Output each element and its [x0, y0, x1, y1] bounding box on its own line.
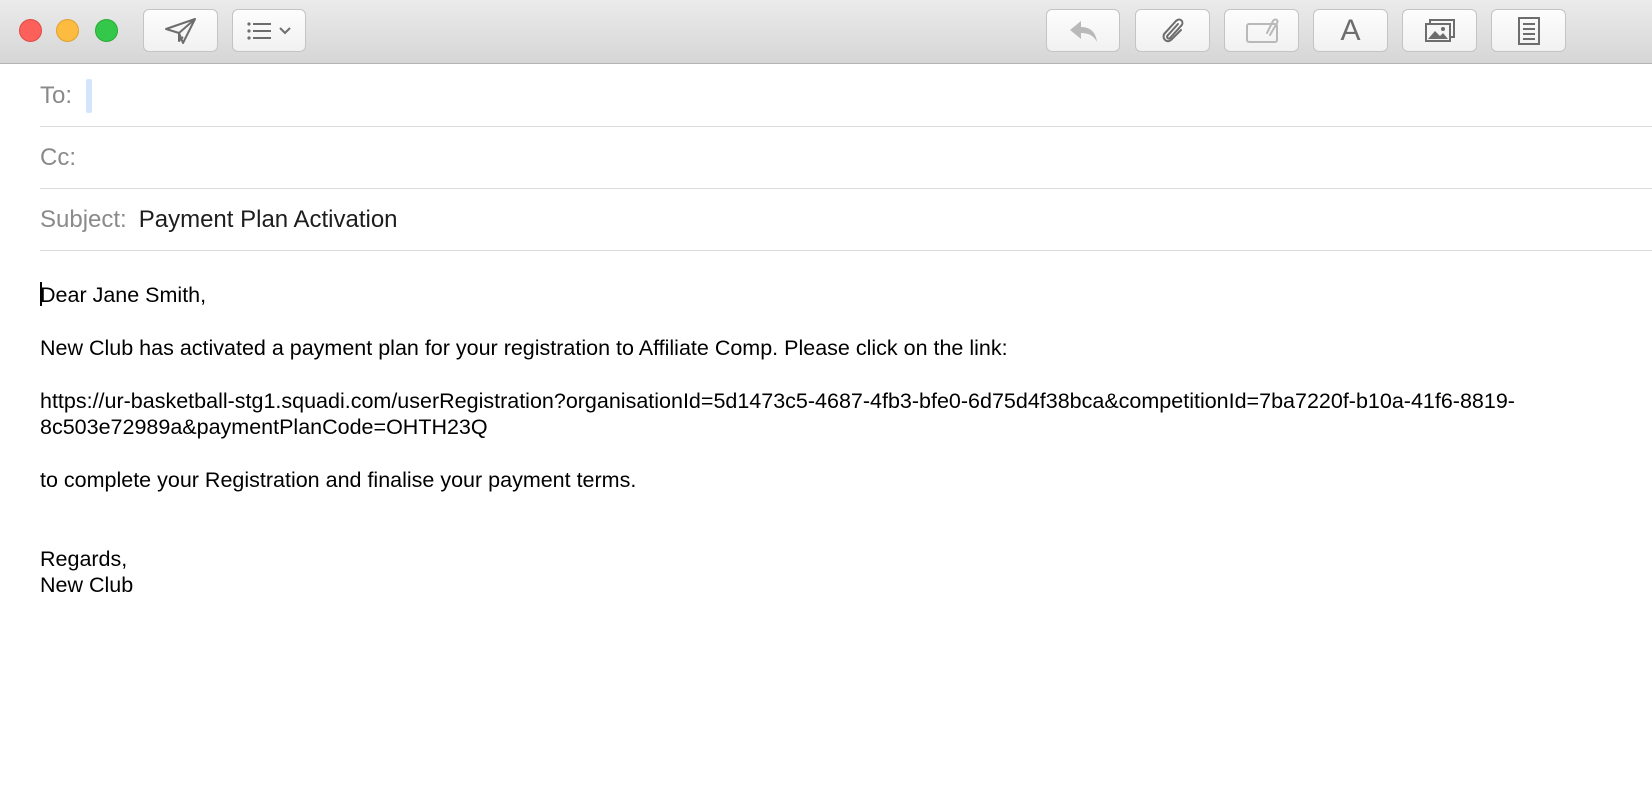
- zoom-window-button[interactable]: [95, 19, 118, 42]
- to-field[interactable]: To:: [40, 65, 1652, 127]
- to-label: To:: [40, 81, 73, 109]
- format-button[interactable]: A: [1313, 9, 1388, 52]
- cc-field[interactable]: Cc:: [40, 127, 1652, 189]
- list-icon: [247, 21, 273, 40]
- minimize-window-button[interactable]: [56, 19, 79, 42]
- attach-file-button[interactable]: [1135, 9, 1210, 52]
- send-button[interactable]: [143, 9, 218, 52]
- stationery-icon: [1517, 16, 1540, 45]
- chevron-down-icon: [279, 26, 291, 35]
- markup-button[interactable]: [1224, 9, 1299, 52]
- closing-text: Regards,: [40, 547, 128, 571]
- intro-text: New Club has activated a payment plan fo…: [40, 336, 1008, 360]
- photo-browser-button[interactable]: [1402, 9, 1477, 52]
- header-fields-button[interactable]: [232, 9, 306, 52]
- reply-arrow-icon: [1067, 18, 1099, 44]
- close-window-button[interactable]: [19, 19, 42, 42]
- to-input-cursor[interactable]: [86, 78, 93, 113]
- reply-button[interactable]: [1046, 9, 1120, 52]
- instruction-text: to complete your Registration and finali…: [40, 468, 637, 492]
- compose-window: A To: Cc: Subject: Payment Plan Activati…: [0, 0, 1652, 792]
- paper-plane-icon: [164, 17, 198, 45]
- markup-attachment-icon: [1245, 17, 1279, 45]
- stationery-button[interactable]: [1491, 9, 1566, 52]
- subject-field[interactable]: Subject: Payment Plan Activation: [40, 189, 1652, 251]
- toolbar: A: [0, 0, 1652, 64]
- paperclip-icon: [1159, 16, 1187, 46]
- registration-link[interactable]: https://ur-basketball-stg1.squadi.com/us…: [40, 388, 1520, 440]
- cc-label: Cc:: [40, 143, 76, 171]
- signature-text: New Club: [40, 573, 134, 597]
- subject-label: Subject:: [40, 205, 127, 233]
- message-body[interactable]: Dear Jane Smith, New Club has activated …: [40, 280, 1520, 598]
- greeting-text: Dear Jane Smith,: [40, 283, 207, 307]
- font-icon: A: [1340, 13, 1361, 47]
- subject-input[interactable]: Payment Plan Activation: [139, 206, 398, 234]
- photo-browser-icon: [1424, 18, 1455, 43]
